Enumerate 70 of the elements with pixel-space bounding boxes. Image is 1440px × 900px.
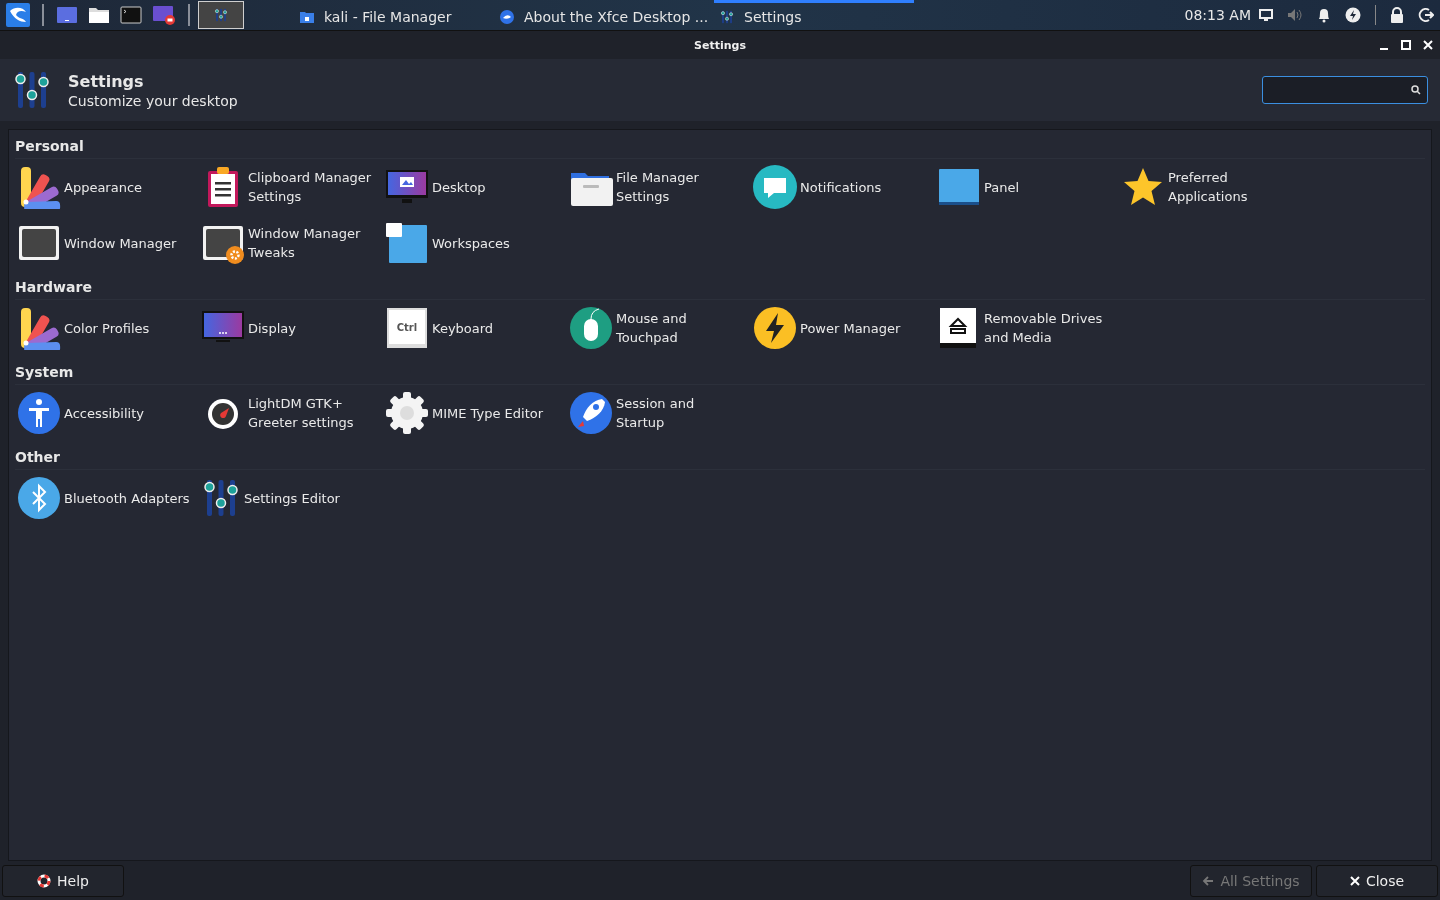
screen-recorder-icon[interactable] [152,4,176,26]
settings-item[interactable]: LightDM GTK+ Greeter settings [199,385,383,441]
mouse-icon [569,306,613,350]
settings-item[interactable]: Bluetooth Adapters [15,470,199,526]
settings-item[interactable]: Window Manager [15,215,199,271]
taskbar-task[interactable]: kali - File Manager [294,0,494,30]
sliders-icon [720,9,735,24]
folder-icon[interactable] [88,5,110,25]
rocket-icon [569,391,613,435]
back-arrow-icon [1202,875,1215,887]
workspaces-icon [385,221,429,265]
help-button[interactable]: Help [2,865,124,897]
settings-item[interactable]: File Manager Settings [567,159,751,215]
logout-icon[interactable] [1418,7,1434,23]
desktop-icon[interactable] [56,5,78,25]
settings-item[interactable]: Removable Drives and Media [935,300,1119,356]
bell-icon[interactable] [1317,7,1331,23]
close-button[interactable]: Close [1316,865,1438,897]
lightning-bolt-icon [753,306,797,350]
close-icon [1349,876,1360,886]
dragon-logo-icon[interactable] [6,3,30,27]
sliders-icon [12,70,52,110]
bluetooth-icon [17,476,61,520]
settings-item[interactable]: Display [199,300,383,356]
power-icon[interactable] [1345,7,1361,23]
category-heading: Hardware [15,277,1425,300]
speech-bubble-icon [753,165,797,209]
maximize-button[interactable] [1398,37,1414,53]
settings-item[interactable]: Clipboard Manager Settings [199,159,383,215]
speaker-icon[interactable] [1287,8,1303,22]
search-field[interactable] [1262,76,1428,104]
lock-icon[interactable] [1390,7,1404,23]
search-icon [1411,85,1421,95]
minimize-icon [1380,48,1388,50]
lifebuoy-icon [37,874,52,888]
category-heading: Other [15,447,1425,470]
settings-item[interactable]: Settings Editor [199,470,383,526]
settings-item[interactable]: MIME Type Editor [383,385,567,441]
window-title: Settings [694,38,746,52]
terminal-icon[interactable] [120,5,142,25]
settings-item[interactable]: Appearance [15,159,199,215]
sliders-icon [214,8,228,22]
settings-item[interactable]: Accessibility [15,385,199,441]
settings-item[interactable]: Power Manager [751,300,935,356]
workspace-button[interactable] [198,1,244,29]
sliders-icon [201,478,241,518]
settings-item[interactable]: Preferred Applications [1119,159,1303,215]
close-icon [1423,40,1433,50]
settings-item[interactable]: Notifications [751,159,935,215]
monitor-icon[interactable] [1259,9,1273,21]
taskbar-task[interactable]: About the Xfce Desktop ... [494,0,715,30]
category-heading: Personal [15,136,1425,159]
settings-item[interactable]: Panel [935,159,1119,215]
mouse-face-icon [500,9,514,24]
ctrl-key-icon: Ctrl [385,306,429,350]
settings-item[interactable]: Desktop [383,159,567,215]
settings-item[interactable]: Ctrl Keyboard [383,300,567,356]
category-heading: System [15,362,1425,385]
settings-item[interactable]: Mouse and Touchpad [567,300,751,356]
clock[interactable]: 08:13 AM [1184,7,1251,23]
settings-item[interactable]: Workspaces [383,215,567,271]
header-subtitle: Customize your desktop [68,92,238,109]
maximize-icon [1401,40,1411,50]
settings-item[interactable]: Session and Startup [567,385,751,441]
settings-item[interactable]: Window Manager Tweaks [199,215,383,271]
settings-item[interactable]: Color Profiles [15,300,199,356]
accessibility-icon [17,391,61,435]
gear-icon [385,391,429,435]
header-title: Settings [68,71,145,91]
folder-icon [300,10,314,23]
